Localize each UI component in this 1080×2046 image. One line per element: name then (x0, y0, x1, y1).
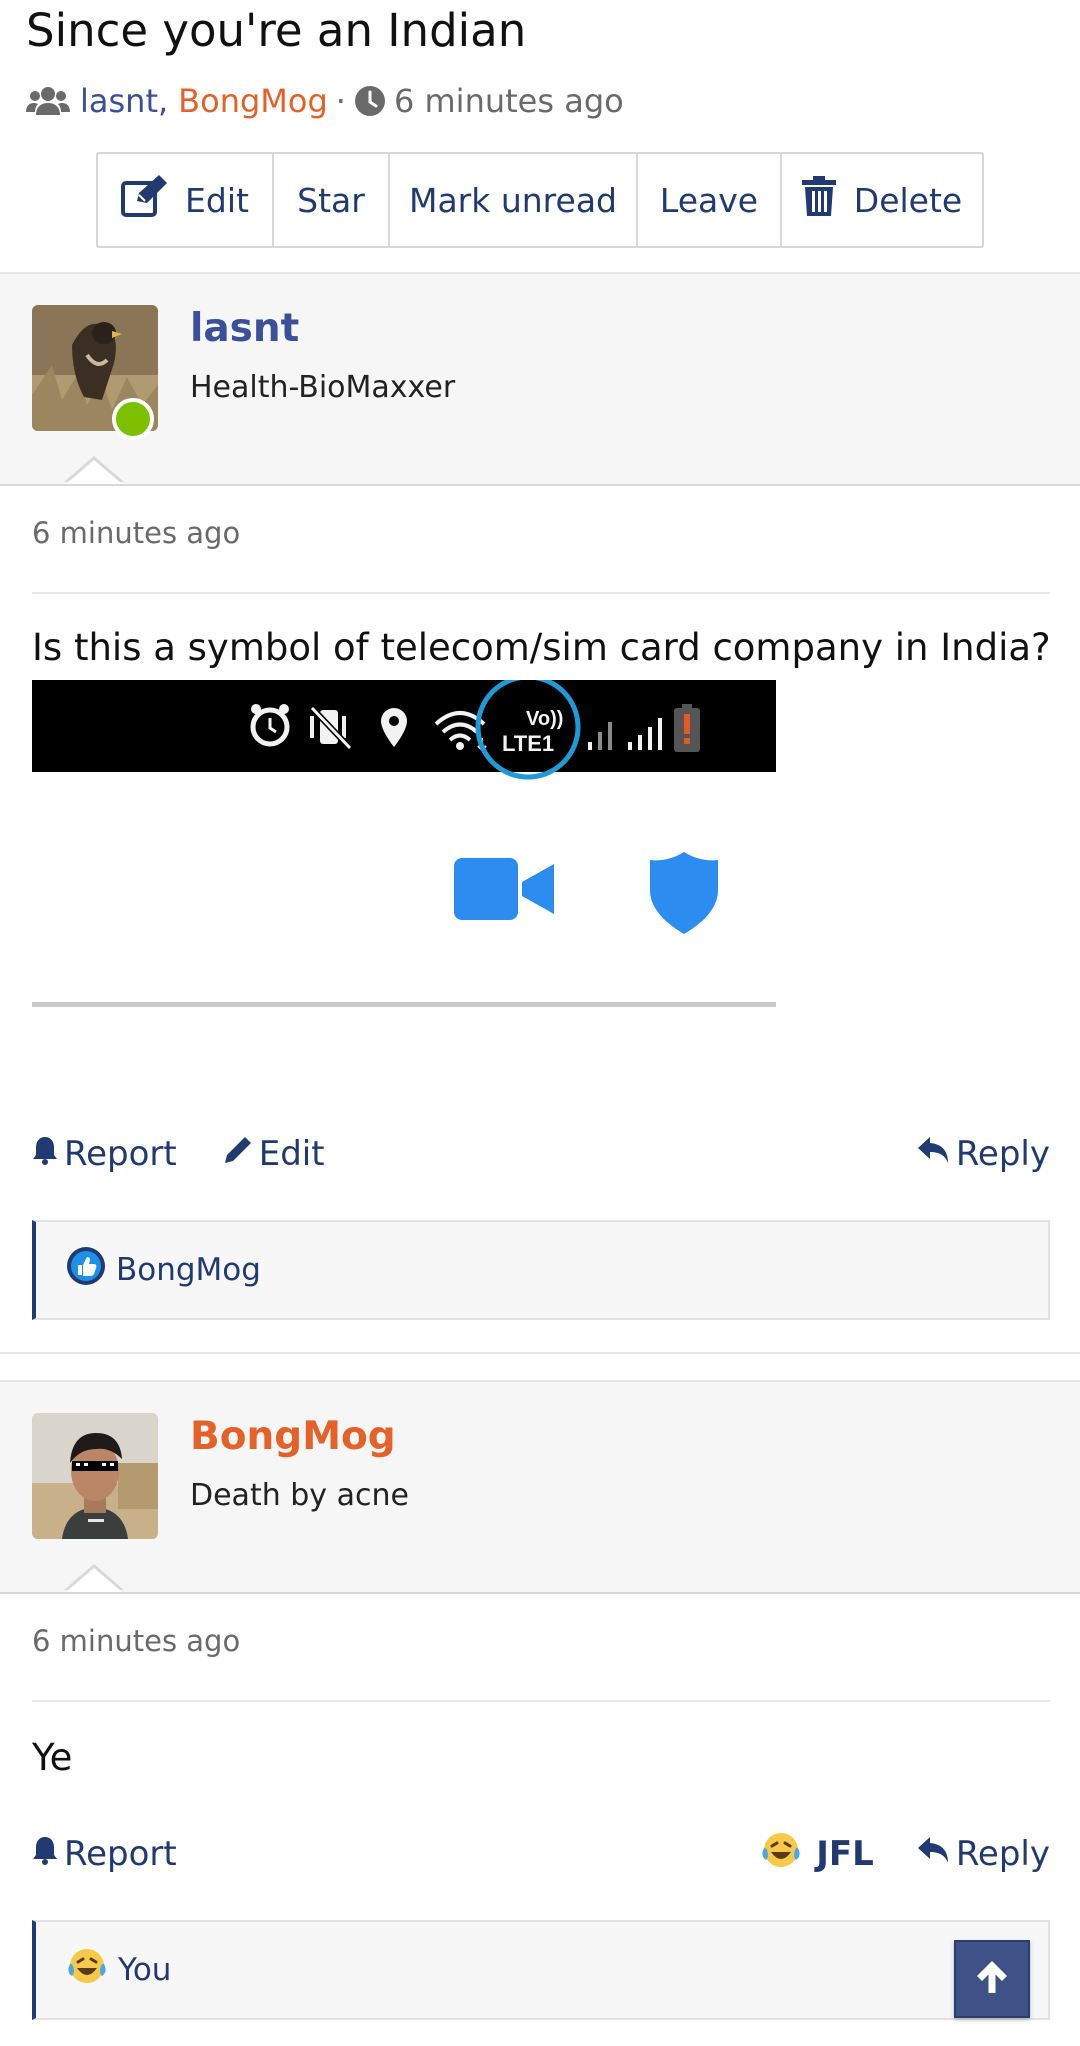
report-label: Report (64, 1834, 177, 1874)
reply-icon (916, 1134, 956, 1174)
meta-separator: · (335, 82, 346, 120)
laughing-crying-emoji-icon (66, 1946, 108, 1994)
online-status-indicator (112, 398, 154, 440)
post-author-subtitle: Death by acne (190, 1478, 409, 1513)
laughing-crying-emoji-icon (760, 1830, 808, 1879)
post-body: Is this a symbol of telecom/sim card com… (32, 626, 1051, 669)
leave-label: Leave (659, 180, 759, 220)
report-button[interactable]: Report (32, 1834, 177, 1874)
bell-icon (32, 1834, 64, 1874)
avatar[interactable] (32, 1413, 158, 1539)
post-author[interactable]: lasnt (190, 306, 299, 351)
thread-meta: lasnt , BongMog · 6 minutes ago (26, 78, 624, 124)
pencil-icon (223, 1134, 259, 1174)
reply-button[interactable]: Reply (916, 1834, 1050, 1874)
reply-icon (916, 1834, 956, 1874)
edit-icon (121, 175, 185, 225)
post-caret-inner (66, 460, 122, 484)
scroll-to-top-button[interactable] (954, 1940, 1030, 2018)
post-separator (0, 1352, 1080, 1354)
edit-post-label: Edit (258, 1134, 325, 1174)
divider (32, 592, 1050, 594)
post-time: 6 minutes ago (32, 1624, 241, 1658)
report-button[interactable]: Report (32, 1134, 177, 1174)
reply-button[interactable]: Reply (916, 1134, 1050, 1174)
delete-label: Delete (853, 180, 963, 220)
star-label: Star (297, 180, 365, 220)
post-actions: Report Edit Reply (32, 1126, 1050, 1182)
volte-label-bottom: LTE1 (502, 731, 554, 756)
post-body: Ye (32, 1736, 73, 1779)
reaction-label: JFL (816, 1834, 874, 1874)
trash-icon (801, 176, 854, 224)
edit-post-button[interactable]: Edit (223, 1134, 325, 1174)
mark-unread-label: Mark unread (408, 180, 617, 220)
edit-button[interactable]: Edit (98, 154, 274, 246)
reply-label: Reply (955, 1834, 1050, 1874)
leave-button[interactable]: Leave (638, 154, 782, 246)
mark-unread-button[interactable]: Mark unread (390, 154, 638, 246)
reply-label: Reply (955, 1134, 1050, 1174)
reaction-bar: BongMog (32, 1220, 1050, 1320)
edit-label: Edit (185, 180, 249, 220)
post-header (0, 1380, 1080, 1594)
participant-link-bongmog[interactable]: BongMog (178, 82, 328, 120)
post-author-subtitle: Health-BioMaxxer (190, 370, 456, 405)
participant-link-lasnt[interactable]: lasnt (80, 82, 158, 120)
bell-icon (32, 1134, 64, 1174)
reaction-button[interactable]: JFL (760, 1830, 874, 1879)
post-actions: Report JFL Reply (32, 1826, 1050, 1882)
report-label: Report (64, 1134, 177, 1174)
post-image[interactable]: Vo)) LTE1 (32, 680, 776, 1010)
reaction-user[interactable]: You (118, 1952, 171, 1988)
clock-icon (354, 85, 386, 117)
post-header (0, 272, 1080, 486)
thread-title: Since you're an Indian (26, 4, 527, 57)
post-time: 6 minutes ago (32, 516, 241, 550)
thread-time: 6 minutes ago (393, 82, 624, 120)
thread-toolbar: Edit Star Mark unread Leave Delete (96, 152, 984, 248)
thumbs-up-icon[interactable] (66, 1246, 106, 1294)
reaction-bar: You (32, 1920, 1050, 2020)
users-icon (26, 86, 70, 116)
divider (32, 1700, 1050, 1702)
participant-comma: , (158, 82, 169, 120)
star-button[interactable]: Star (274, 154, 390, 246)
reaction-user[interactable]: BongMog (116, 1252, 261, 1288)
delete-button[interactable]: Delete (782, 154, 982, 246)
volte-label-top: Vo)) (526, 708, 563, 730)
post-author[interactable]: BongMog (190, 1414, 396, 1459)
post-caret-inner (66, 1568, 122, 1592)
arrow-up-icon (975, 1959, 1009, 1999)
